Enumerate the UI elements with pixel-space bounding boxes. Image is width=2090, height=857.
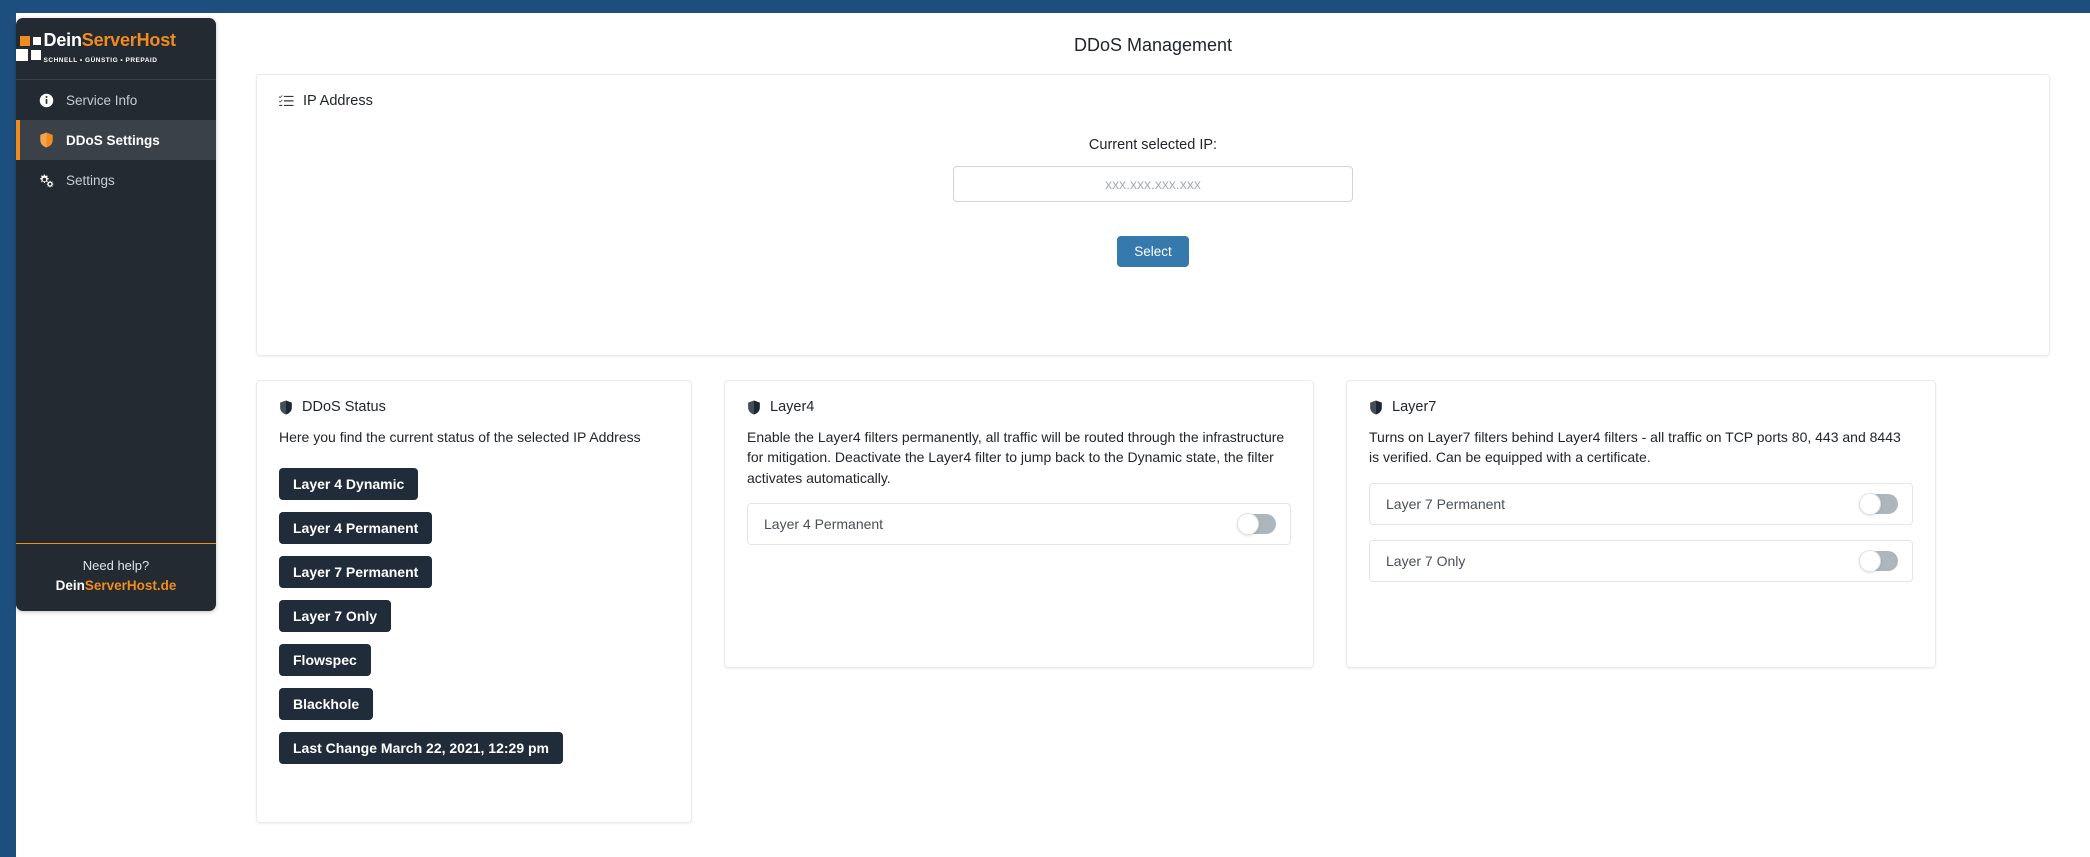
layer4-description: Enable the Layer4 filters permanently, a… bbox=[747, 427, 1291, 488]
sidebar-help-footer: Need help? DeinServerHost.de bbox=[16, 543, 216, 611]
ip-address-card-header: IP Address bbox=[279, 93, 2027, 109]
ip-address-card-title: IP Address bbox=[303, 93, 373, 109]
status-badge: Blackhole bbox=[279, 688, 373, 720]
toggle-label: Layer 7 Only bbox=[1386, 553, 1465, 569]
status-badge: Layer 4 Dynamic bbox=[279, 468, 418, 500]
sidebar-nav: Service Info DDoS Settings bbox=[16, 80, 216, 543]
status-badge: Flowspec bbox=[279, 644, 371, 676]
ddos-status-card-title: DDoS Status bbox=[302, 399, 386, 415]
sidebar-item-label: DDoS Settings bbox=[66, 133, 160, 148]
toggle-knob bbox=[1237, 513, 1259, 535]
status-badge: Layer 7 Only bbox=[279, 600, 391, 632]
layer4-permanent-toggle[interactable] bbox=[1237, 514, 1276, 534]
ip-address-card: IP Address Current selected IP: Select bbox=[256, 74, 2050, 356]
ip-address-input[interactable] bbox=[953, 166, 1353, 202]
brand-squares-icon bbox=[16, 36, 35, 61]
layer7-description: Turns on Layer7 filters behind Layer4 fi… bbox=[1369, 427, 1913, 468]
main-content: DDoS Management IP Address Curren bbox=[216, 13, 2090, 857]
ddos-status-card-header: DDoS Status bbox=[279, 399, 669, 415]
sidebar: DeinServerHost SCHNELL • GÜNSTIG • PREPA… bbox=[16, 18, 216, 611]
layer7-card-header: Layer7 bbox=[1369, 399, 1913, 415]
cards-row: DDoS Status Here you find the current st… bbox=[256, 380, 2050, 823]
toggle-label: Layer 7 Permanent bbox=[1386, 496, 1505, 512]
select-button[interactable]: Select bbox=[1117, 236, 1189, 267]
info-circle-icon bbox=[38, 93, 54, 108]
toggle-label: Layer 4 Permanent bbox=[764, 516, 883, 532]
sidebar-item-label: Service Info bbox=[66, 93, 137, 108]
brand-name-part2: ServerHost bbox=[82, 30, 176, 50]
layer7-card-title: Layer7 bbox=[1392, 399, 1436, 415]
cogs-icon bbox=[38, 173, 54, 188]
layer7-card: Layer7 Turns on Layer7 filters behind La… bbox=[1346, 380, 1936, 668]
layer4-permanent-row[interactable]: Layer 4 Permanent bbox=[747, 503, 1291, 545]
ddos-status-badge-list: Layer 4 Dynamic Layer 4 Permanent Layer … bbox=[279, 468, 669, 764]
brand-name: DeinServerHost bbox=[44, 30, 176, 50]
last-change-badge: Last Change March 22, 2021, 12:29 pm bbox=[279, 732, 563, 764]
brand-name-part1: Dein bbox=[44, 30, 82, 50]
sidebar-logo[interactable]: DeinServerHost SCHNELL • GÜNSTIG • PREPA… bbox=[16, 18, 216, 80]
shield-icon bbox=[279, 400, 293, 415]
tasks-list-icon bbox=[279, 95, 294, 108]
shield-icon bbox=[747, 400, 761, 415]
layer7-only-toggle[interactable] bbox=[1859, 551, 1898, 571]
left-accent-strip bbox=[0, 0, 16, 857]
sidebar-item-ddos-settings[interactable]: DDoS Settings bbox=[16, 120, 216, 160]
sidebar-item-service-info[interactable]: Service Info bbox=[16, 80, 216, 120]
help-link-part1: Dein bbox=[56, 578, 85, 593]
toggle-knob bbox=[1859, 493, 1881, 515]
layer4-card: Layer4 Enable the Layer4 filters permane… bbox=[724, 380, 1314, 668]
top-accent-bar bbox=[0, 0, 2090, 13]
layer7-permanent-toggle[interactable] bbox=[1859, 494, 1898, 514]
status-badge: Layer 7 Permanent bbox=[279, 556, 432, 588]
current-selected-ip-label: Current selected IP: bbox=[257, 137, 2049, 153]
brand-tagline: SCHNELL • GÜNSTIG • PREPAID bbox=[44, 57, 158, 64]
shield-icon bbox=[38, 132, 54, 148]
status-badge: Layer 4 Permanent bbox=[279, 512, 432, 544]
layer4-card-header: Layer4 bbox=[747, 399, 1291, 415]
ddos-status-card: DDoS Status Here you find the current st… bbox=[256, 380, 692, 823]
help-text: Need help? bbox=[16, 557, 216, 575]
layer7-permanent-row[interactable]: Layer 7 Permanent bbox=[1369, 483, 1913, 525]
sidebar-item-label: Settings bbox=[66, 173, 115, 188]
shield-icon bbox=[1369, 400, 1383, 415]
layer7-only-row[interactable]: Layer 7 Only bbox=[1369, 540, 1913, 582]
help-link[interactable]: DeinServerHost.de bbox=[16, 577, 216, 595]
sidebar-item-settings[interactable]: Settings bbox=[16, 160, 216, 200]
toggle-knob bbox=[1859, 550, 1881, 572]
layer4-card-title: Layer4 bbox=[770, 399, 814, 415]
help-link-part2: ServerHost.de bbox=[85, 578, 177, 593]
page-title: DDoS Management bbox=[216, 13, 2090, 74]
ddos-status-description: Here you find the current status of the … bbox=[279, 427, 669, 447]
